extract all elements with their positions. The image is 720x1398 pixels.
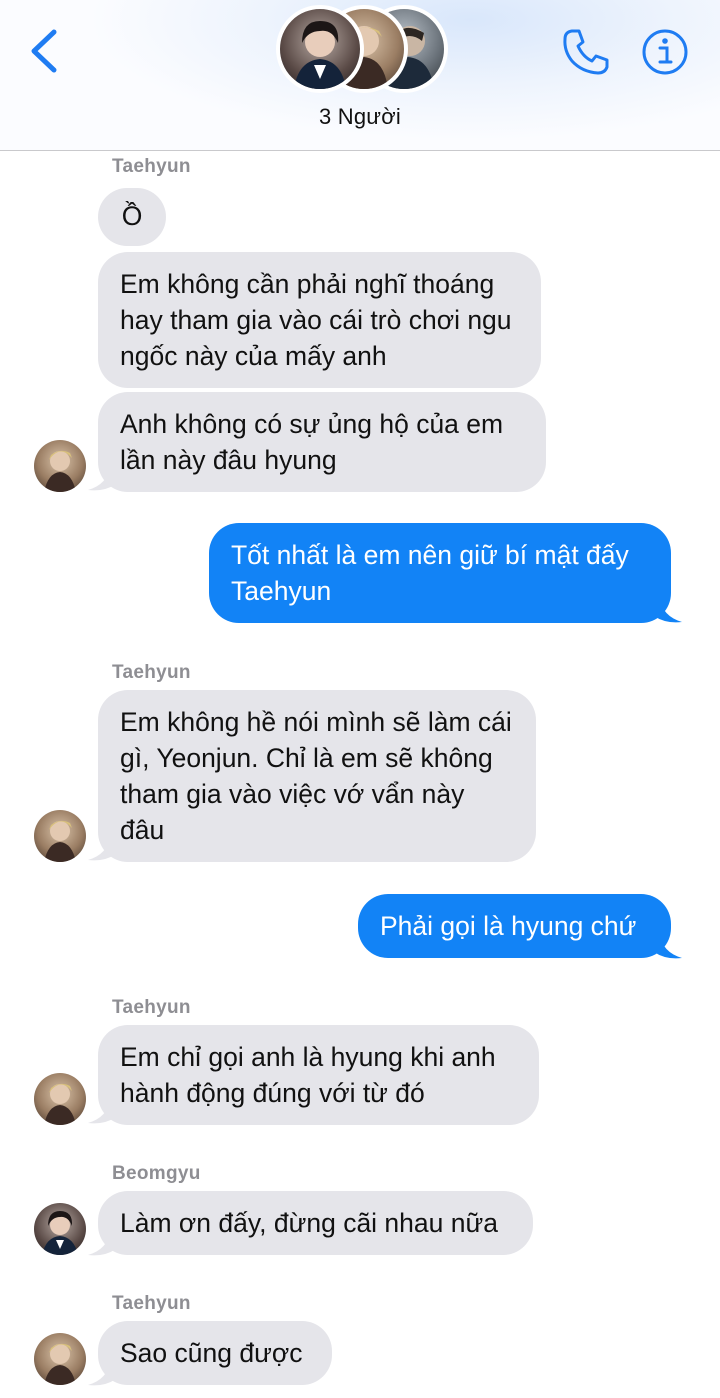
bubble-tail — [88, 1099, 116, 1124]
bubble-tail — [88, 466, 116, 491]
sender-name: Taehyun — [112, 1293, 191, 1314]
group-title[interactable]: 3 Người — [0, 104, 720, 130]
message-bubble[interactable]: Tốt nhất là em nên giữ bí mật đấy Taehyu… — [209, 523, 671, 623]
bubble-tail — [88, 1361, 116, 1386]
sender-name: Taehyun — [112, 156, 191, 177]
message-bubble[interactable]: Em không cần phải nghĩ thoáng hay tham g… — [98, 252, 541, 388]
phone-icon — [563, 29, 609, 75]
message-bubble[interactable]: Em chỉ gọi anh là hyung khi anh hành độn… — [98, 1025, 539, 1125]
info-button[interactable] — [641, 28, 689, 81]
message-bubble[interactable]: Sao cũng được — [98, 1321, 332, 1385]
call-button[interactable] — [560, 26, 612, 83]
message-bubble[interactable]: Em không hề nói mình sẽ làm cái gì, Yeon… — [98, 690, 536, 862]
info-icon — [642, 29, 688, 75]
avatar[interactable] — [34, 1073, 86, 1125]
message-bubble[interactable]: Anh không có sự ủng hộ của em lần này đâ… — [98, 392, 546, 492]
group-avatars[interactable] — [276, 5, 448, 93]
chevron-left-icon — [31, 29, 57, 73]
chat-header: 3 Người — [0, 0, 720, 151]
avatar — [276, 5, 364, 93]
bubble-tail — [88, 836, 116, 861]
avatar[interactable] — [34, 810, 86, 862]
sender-name: Beomgyu — [112, 1163, 201, 1184]
bubble-tail — [654, 934, 682, 959]
back-button[interactable] — [26, 26, 62, 76]
avatar[interactable] — [34, 440, 86, 492]
avatar[interactable] — [34, 1333, 86, 1385]
bubble-tail — [654, 598, 682, 623]
message-bubble[interactable]: Phải gọi là hyung chứ — [358, 894, 671, 958]
message-bubble[interactable]: Làm ơn đấy, đừng cãi nhau nữa — [98, 1191, 533, 1255]
bubble-tail — [88, 1231, 116, 1256]
sender-name: Taehyun — [112, 997, 191, 1018]
sender-name: Taehyun — [112, 662, 191, 683]
message-bubble[interactable]: Ồ — [98, 188, 166, 246]
avatar[interactable] — [34, 1203, 86, 1255]
